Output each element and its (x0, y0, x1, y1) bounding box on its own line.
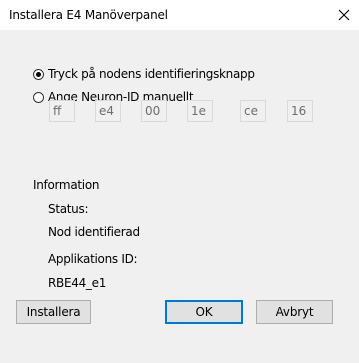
status-label: Status: (48, 202, 89, 216)
app-id-label: Applikations ID: (48, 252, 138, 266)
radio-manual-indicator[interactable] (33, 91, 44, 103)
radio-identify-indicator[interactable] (33, 68, 44, 80)
install-button[interactable]: Installera (16, 300, 91, 324)
information-heading: Information (33, 178, 100, 192)
neuron-id-field-2[interactable]: e4 (95, 100, 121, 122)
radio-identify-label: Tryck på nodens identifieringsknapp (48, 67, 255, 81)
radio-identify-button[interactable]: Tryck på nodens identifieringsknapp (33, 66, 255, 82)
neuron-id-field-6[interactable]: 16 (287, 100, 313, 122)
cancel-button[interactable]: Avbryt (256, 300, 333, 324)
window-title: Installera E4 Manöverpanel (9, 8, 168, 22)
app-id-value: RBE44_e1 (48, 276, 107, 290)
neuron-id-field-1[interactable]: ff (49, 100, 75, 122)
title-bar: Installera E4 Manöverpanel (0, 0, 359, 30)
neuron-id-field-5[interactable]: ce (240, 100, 266, 122)
status-value: Nod identifierad (48, 225, 140, 239)
close-icon (338, 9, 350, 21)
ok-button[interactable]: OK (165, 300, 243, 324)
close-button[interactable] (331, 2, 357, 28)
neuron-id-field-4[interactable]: 1e (187, 100, 213, 122)
neuron-id-field-3[interactable]: 00 (141, 100, 167, 122)
